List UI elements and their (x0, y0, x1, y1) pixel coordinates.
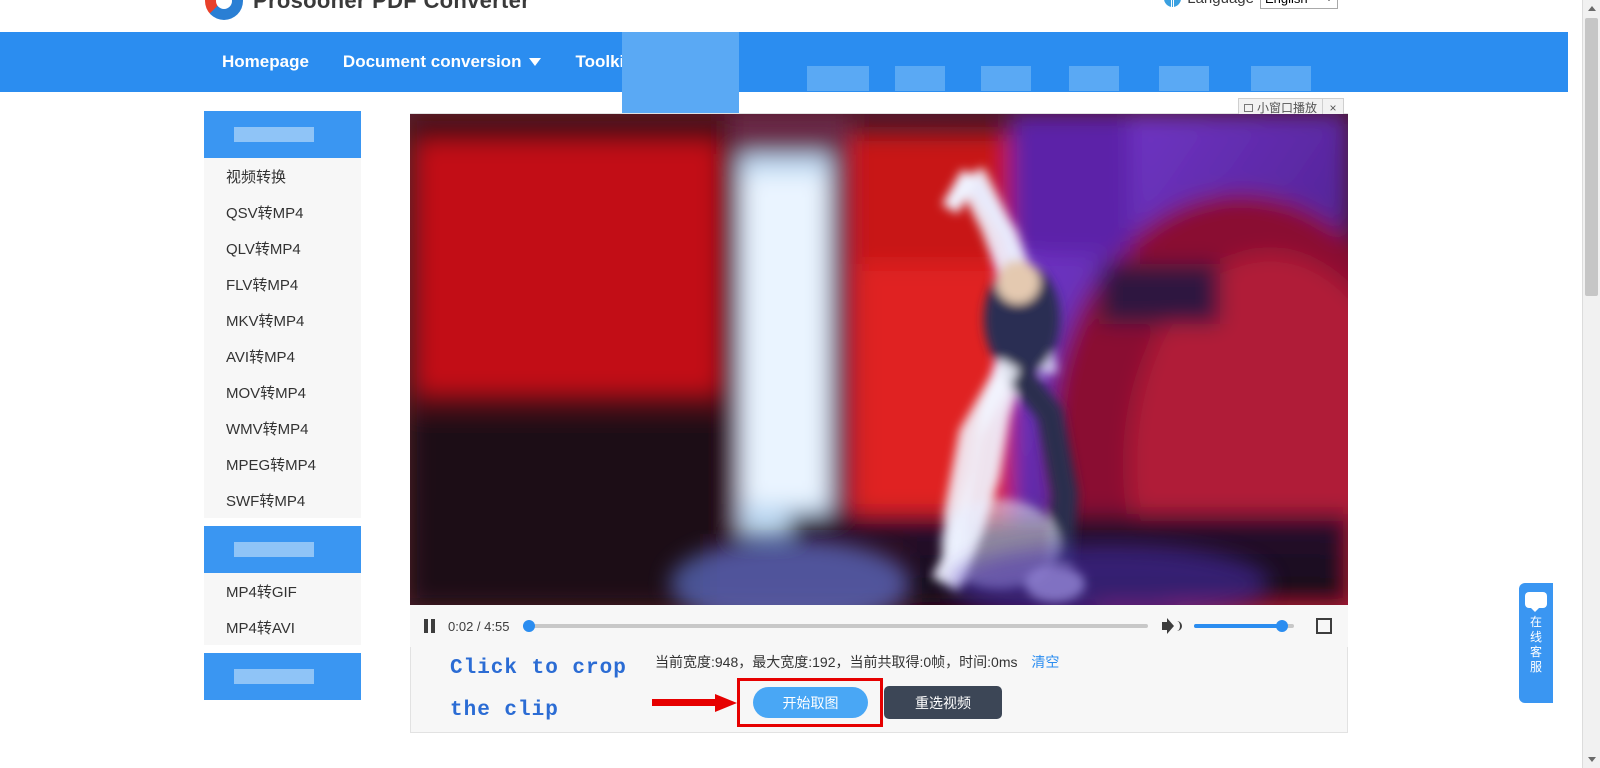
chevron-down-icon (1587, 757, 1596, 762)
speaker-icon[interactable] (1162, 618, 1182, 634)
nav-redacted-block (895, 66, 945, 91)
chevron-up-icon (1587, 6, 1596, 11)
nav-redacted-block (807, 66, 869, 91)
sidebar-group-2: MP4转GIF MP4转AVI (204, 573, 361, 645)
language-label: Language (1187, 0, 1254, 7)
sidebar-item-qlv-to-mp4[interactable]: QLV转MP4 (204, 230, 361, 266)
seek-handle[interactable] (523, 620, 536, 632)
volume-slider[interactable] (1194, 620, 1294, 632)
sidebar-item-mp4-to-gif[interactable]: MP4转GIF (204, 573, 361, 609)
nav-item-document-conversion[interactable]: Document conversion (326, 32, 559, 92)
sidebar-item-mov-to-mp4[interactable]: MOV转MP4 (204, 374, 361, 410)
nav-items: Homepage Document conversion Toolkit (205, 32, 667, 92)
sidebar-item-label: QLV转MP4 (226, 240, 301, 258)
sidebar-item-avi-to-mp4[interactable]: AVI转MP4 (204, 338, 361, 374)
brand-name: Prosooner PDF Converter (253, 0, 531, 13)
start-capture-button[interactable]: 开始取图 (753, 687, 868, 718)
nav-redacted-block (981, 66, 1031, 91)
sidebar-item-label: SWF转MP4 (226, 492, 306, 510)
online-service-widget[interactable]: 在线客服 (1519, 583, 1553, 703)
fullscreen-icon[interactable] (1316, 618, 1332, 634)
annotation-line-1: Click to crop (450, 657, 627, 680)
seek-slider[interactable] (523, 620, 1148, 632)
volume-handle[interactable] (1276, 620, 1288, 632)
sidebar-item-swf-to-mp4[interactable]: SWF转MP4 (204, 482, 361, 518)
sidebar-item-label: MP4转GIF (226, 583, 297, 601)
sidebar-item-label: WMV转MP4 (226, 420, 309, 438)
redacted-label (234, 669, 314, 684)
sidebar-item-label: MP4转AVI (226, 619, 295, 637)
pause-icon[interactable] (424, 619, 438, 633)
sidebar-item-mkv-to-mp4[interactable]: MKV转MP4 (204, 302, 361, 338)
sidebar-item-label: MKV转MP4 (226, 312, 305, 330)
window-icon (1244, 103, 1253, 112)
annotation-text: Click to crop the clip (450, 648, 627, 732)
circle-logo-icon (205, 0, 243, 20)
player-controls: 0:02 / 4:55 (410, 605, 1348, 647)
sidebar-group-header-2 (204, 526, 361, 573)
close-icon[interactable]: × (1323, 101, 1343, 115)
redacted-label (234, 127, 314, 142)
language-switcher[interactable]: Language English (1164, 0, 1338, 9)
sidebar: 视频转换 QSV转MP4 QLV转MP4 FLV转MP4 MKV转MP4 AVI… (204, 111, 361, 700)
volume-fill (1194, 624, 1282, 628)
bottom-strip (0, 758, 1568, 768)
sidebar-group-header-1 (204, 111, 361, 158)
nav-redacted-block (1159, 66, 1209, 91)
brand-bar: Prosooner PDF Converter Language English (0, 0, 1568, 32)
sidebar-item-qsv-to-mp4[interactable]: QSV转MP4 (204, 194, 361, 230)
nav-item-label: Document conversion (342, 52, 522, 71)
scroll-down-button[interactable] (1583, 751, 1600, 768)
pointer-arrow (652, 694, 737, 712)
sidebar-group-1: 视频转换 QSV转MP4 QLV转MP4 FLV转MP4 MKV转MP4 AVI… (204, 158, 361, 518)
brand-logo[interactable]: Prosooner PDF Converter (205, 0, 530, 20)
nav-item-label: Homepage (222, 52, 309, 71)
sidebar-item-mp4-to-avi[interactable]: MP4转AVI (204, 609, 361, 645)
sidebar-item-label: QSV转MP4 (226, 204, 304, 222)
sidebar-item-video-convert[interactable]: 视频转换 (204, 158, 361, 194)
nav-redacted-block (622, 32, 739, 117)
globe-icon (1164, 0, 1182, 7)
nav-redacted-blocks (622, 32, 1311, 117)
sidebar-item-wmv-to-mp4[interactable]: WMV转MP4 (204, 410, 361, 446)
online-service-label: 在线客服 (1529, 615, 1542, 674)
sidebar-item-label: MPEG转MP4 (226, 456, 317, 474)
reselect-video-button[interactable]: 重选视频 (884, 686, 1002, 719)
redacted-label (234, 542, 314, 557)
nav-redacted-block (1251, 66, 1311, 91)
sidebar-item-label: MOV转MP4 (226, 384, 307, 402)
main-navigation: Homepage Document conversion Toolkit (0, 32, 1568, 117)
video-frame (410, 114, 1348, 605)
chat-icon (1525, 592, 1547, 612)
chevron-down-icon (529, 58, 542, 66)
sidebar-item-label: AVI转MP4 (226, 348, 295, 366)
nav-item-homepage[interactable]: Homepage (205, 32, 326, 92)
playback-time: 0:02 / 4:55 (448, 618, 510, 634)
sidebar-item-mpeg-to-mp4[interactable]: MPEG转MP4 (204, 446, 361, 482)
sidebar-item-label: 视频转换 (226, 168, 287, 186)
page-scrollbar[interactable] (1582, 0, 1600, 768)
chevron-down-icon (1325, 0, 1333, 1)
sidebar-group-header-3 (204, 653, 361, 700)
video-player[interactable] (410, 114, 1348, 605)
scrollbar-thumb[interactable] (1585, 18, 1598, 296)
language-selected-value: English (1265, 0, 1308, 6)
language-select[interactable]: English (1260, 0, 1338, 9)
sidebar-item-flv-to-mp4[interactable]: FLV转MP4 (204, 266, 361, 302)
scroll-up-button[interactable] (1583, 0, 1600, 17)
clear-link[interactable]: 清空 (1031, 654, 1059, 670)
capture-info: 当前宽度:948，最大宽度:192，当前共取得:0帧，时间:0ms 清空 (655, 652, 1059, 672)
capture-info-text: 当前宽度:948，最大宽度:192，当前共取得:0帧，时间:0ms (655, 654, 1018, 670)
sidebar-item-label: FLV转MP4 (226, 276, 299, 294)
nav-redacted-block (1069, 66, 1119, 91)
annotation-line-2: the clip (450, 699, 559, 722)
